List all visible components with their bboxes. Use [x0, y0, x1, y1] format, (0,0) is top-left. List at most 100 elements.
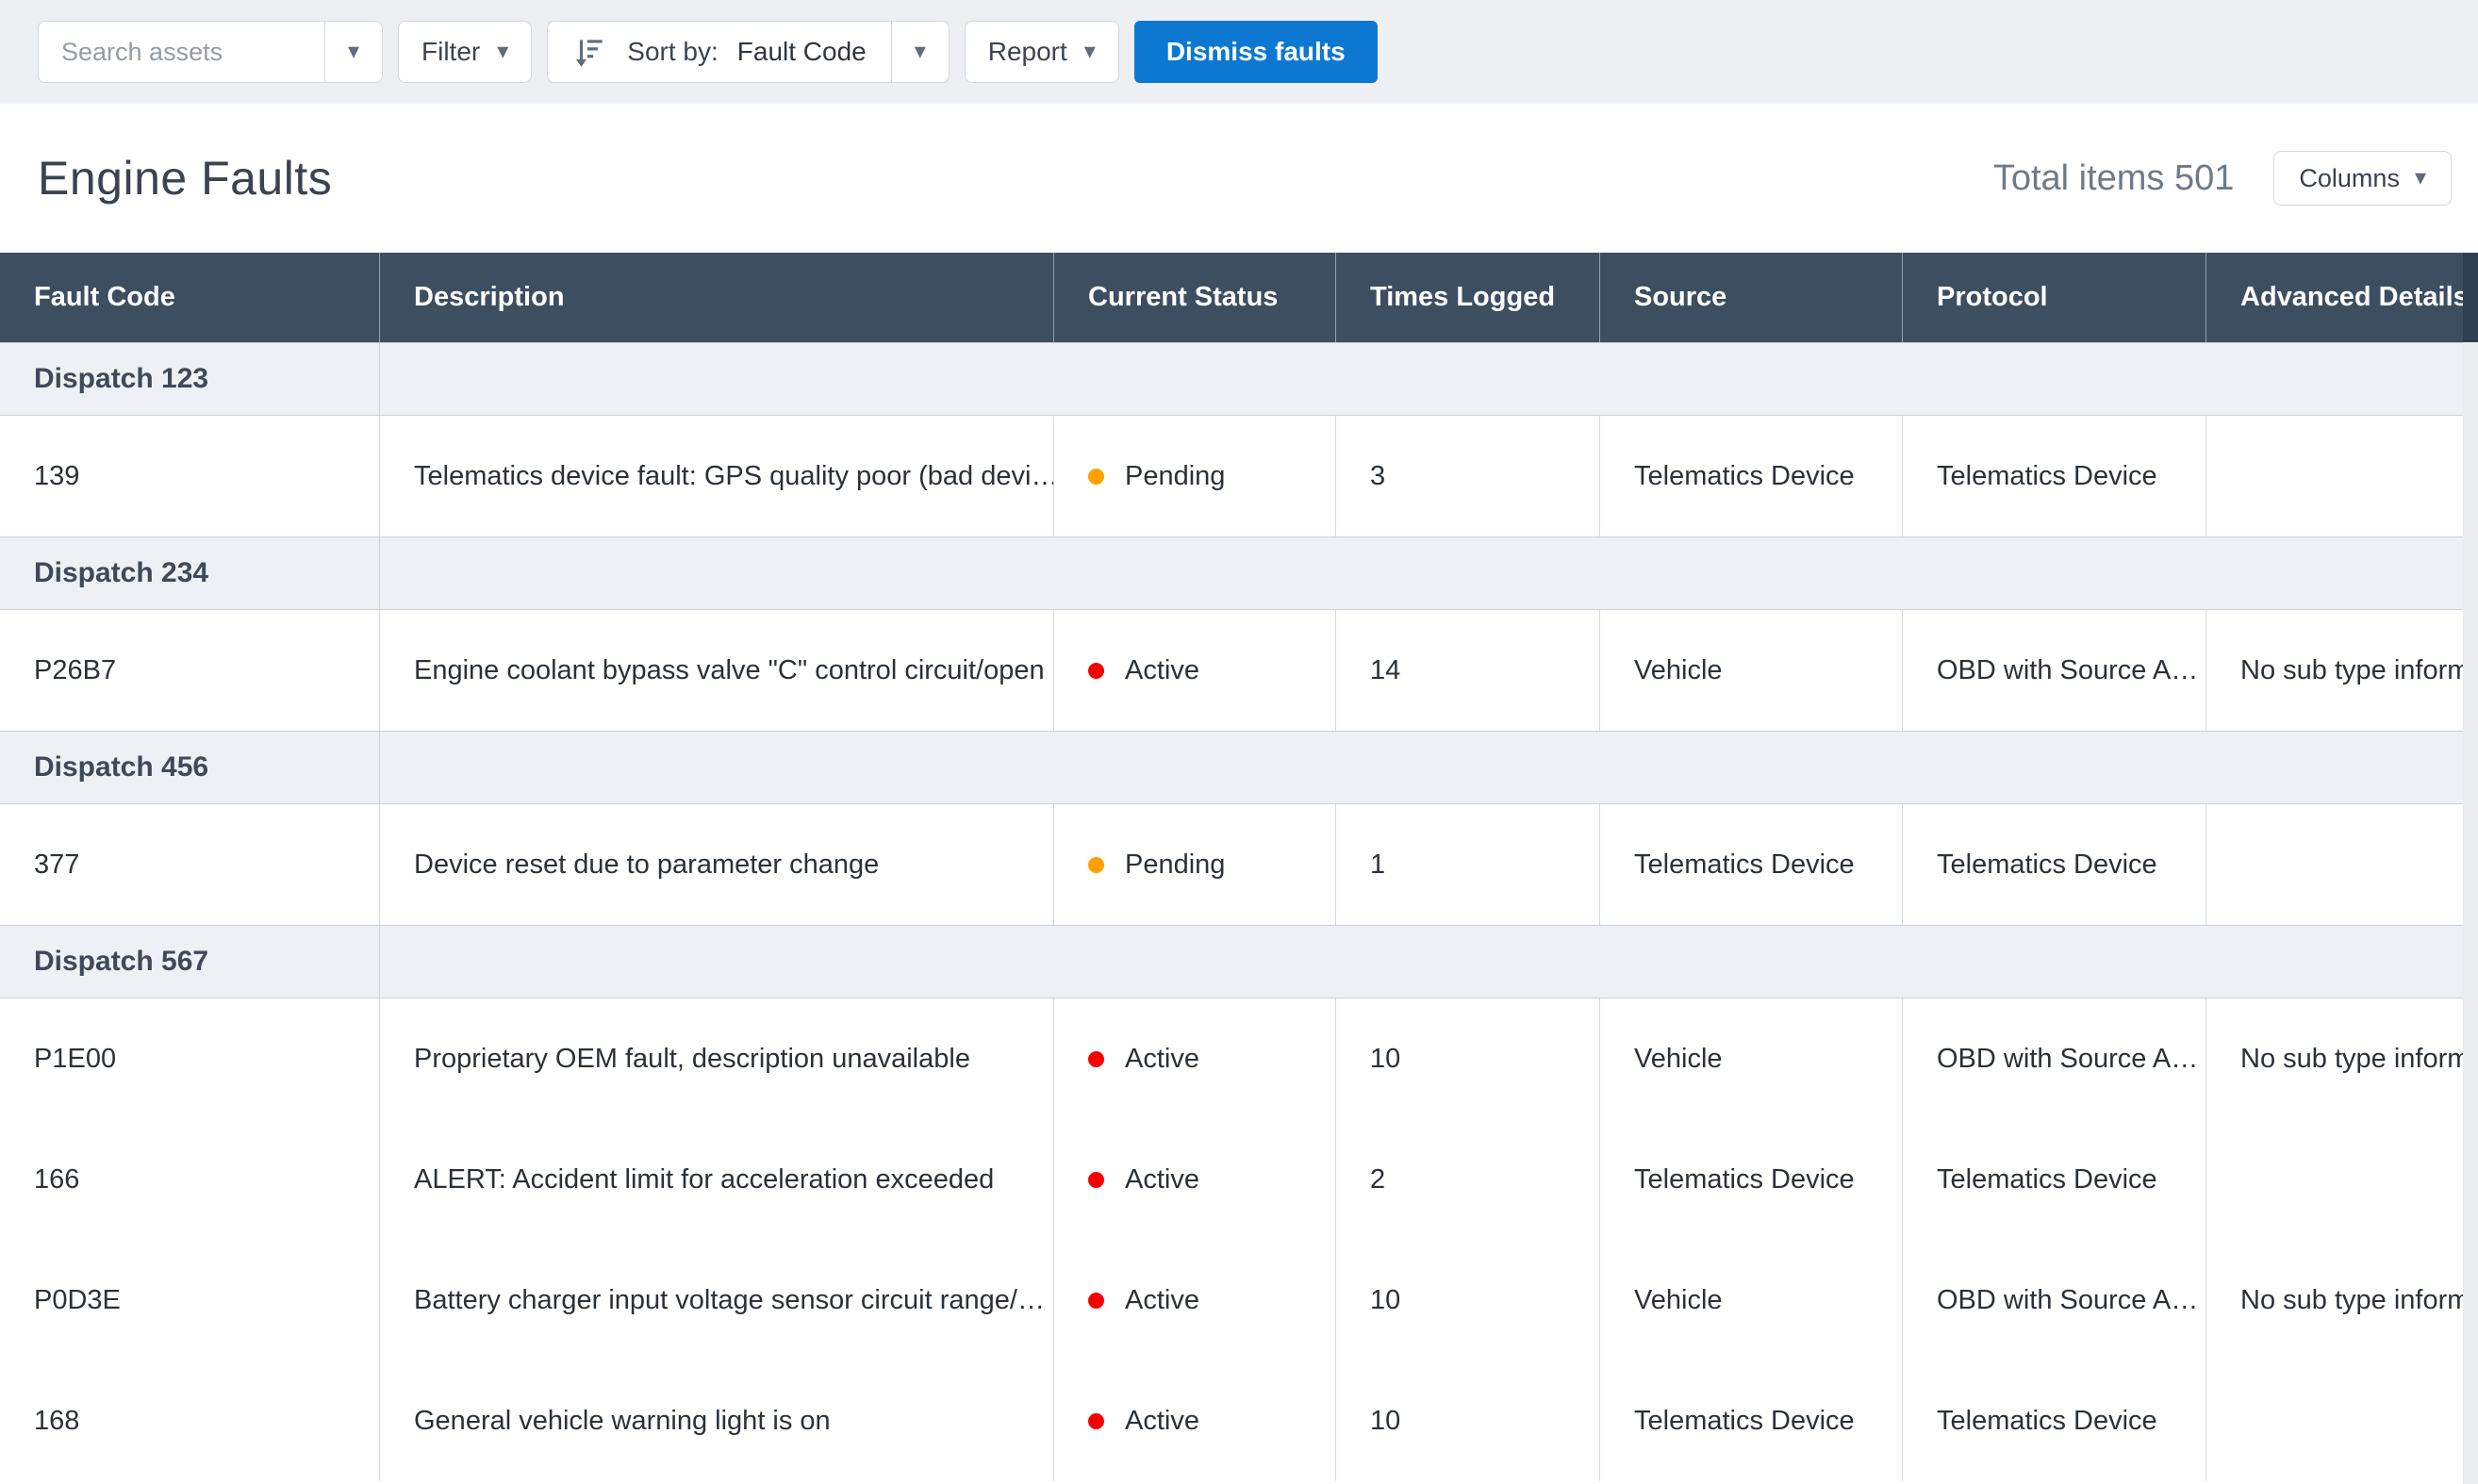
table-row[interactable]: 377 Device reset due to parameter change…: [0, 804, 2478, 925]
cell-current-status: Active: [1054, 1360, 1336, 1481]
group-header-row[interactable]: Dispatch 567: [0, 925, 2478, 998]
chevron-down-icon: ▾: [1084, 41, 1096, 63]
cell-fault-code: 139: [0, 416, 380, 536]
cell-protocol: OBD with Source A…: [1903, 1240, 2206, 1360]
cell-fault-code: 377: [0, 804, 380, 925]
table-row[interactable]: P26B7 Engine coolant bypass valve "C" co…: [0, 610, 2478, 731]
column-header-times-logged[interactable]: Times Logged: [1336, 253, 1600, 342]
cell-current-status: Active: [1054, 610, 1336, 731]
cell-fault-code: 166: [0, 1119, 380, 1240]
status-dot-icon: [1088, 1172, 1104, 1188]
search-dropdown-button[interactable]: ▾: [325, 41, 382, 63]
filter-button[interactable]: Filter ▾: [398, 21, 532, 83]
status-dot-icon: [1088, 469, 1104, 485]
cell-times-logged: 1: [1336, 804, 1600, 925]
status-label: Active: [1125, 1044, 1199, 1075]
total-items-value: 501: [2174, 158, 2234, 198]
cell-fault-code: P26B7: [0, 610, 380, 731]
cell-current-status: Active: [1054, 998, 1336, 1119]
columns-label: Columns: [2299, 164, 2400, 193]
cell-times-logged: 2: [1336, 1119, 1600, 1240]
status-dot-icon: [1088, 663, 1104, 679]
cell-fault-code: 168: [0, 1360, 380, 1481]
cell-advanced-details: No sub type information: [2206, 1240, 2478, 1360]
table-row[interactable]: 139 Telematics device fault: GPS quality…: [0, 416, 2478, 536]
group-label: Dispatch 456: [0, 732, 380, 803]
cell-current-status: Active: [1054, 1240, 1336, 1360]
cell-description: Battery charger input voltage sensor cir…: [380, 1240, 1054, 1360]
cell-fault-code: P0D3E: [0, 1240, 380, 1360]
cell-source: Telematics Device: [1600, 804, 1903, 925]
sort-main[interactable]: Sort by: Fault Code: [548, 34, 890, 70]
cell-times-logged: 14: [1336, 610, 1600, 731]
sort-dropdown-button[interactable]: ▾: [892, 41, 949, 63]
column-header-source[interactable]: Source: [1600, 253, 1903, 342]
table-row[interactable]: P0D3E Battery charger input voltage sens…: [0, 1240, 2478, 1360]
search-input[interactable]: [39, 23, 324, 81]
chevron-down-icon: ▾: [497, 41, 508, 63]
table-row[interactable]: 168 General vehicle warning light is on …: [0, 1360, 2478, 1481]
group-label: Dispatch 234: [0, 537, 380, 609]
faults-table: Fault Code Description Current Status Ti…: [0, 253, 2478, 1481]
cell-current-status: Pending: [1054, 804, 1336, 925]
group-header-row[interactable]: Dispatch 234: [0, 536, 2478, 610]
cell-description: Engine coolant bypass valve "C" control …: [380, 610, 1054, 731]
cell-description: Proprietary OEM fault, description unava…: [380, 998, 1054, 1119]
cell-source: Telematics Device: [1600, 416, 1903, 536]
status-dot-icon: [1088, 1293, 1104, 1309]
report-button[interactable]: Report ▾: [965, 21, 1119, 83]
group-label: Dispatch 123: [0, 343, 380, 415]
status-dot-icon: [1088, 857, 1104, 873]
status-label: Active: [1125, 1285, 1199, 1316]
chevron-down-icon: ▾: [348, 41, 359, 63]
column-header-advanced-details[interactable]: Advanced Details: [2206, 253, 2478, 342]
cell-source: Vehicle: [1600, 998, 1903, 1119]
cell-protocol: Telematics Device: [1903, 416, 2206, 536]
scrollbar-thumb[interactable]: [2463, 253, 2478, 342]
sort-button[interactable]: Sort by: Fault Code ▾: [547, 21, 949, 83]
group-header-row[interactable]: Dispatch 123: [0, 342, 2478, 416]
cell-times-logged: 10: [1336, 1240, 1600, 1360]
title-bar: Engine Faults Total items 501 Columns ▾: [0, 104, 2478, 253]
status-dot-icon: [1088, 1413, 1104, 1429]
cell-protocol: Telematics Device: [1903, 804, 2206, 925]
column-header-protocol[interactable]: Protocol: [1903, 253, 2206, 342]
vertical-scrollbar[interactable]: [2463, 253, 2478, 1484]
status-label: Active: [1125, 1164, 1199, 1195]
page-title: Engine Faults: [38, 151, 332, 206]
table-row[interactable]: P1E00 Proprietary OEM fault, description…: [0, 998, 2478, 1119]
total-items-label: Total items: [1993, 158, 2165, 198]
chevron-down-icon: ▾: [915, 41, 926, 63]
toolbar: ▾ Filter ▾ Sort by: Fault Code ▾ R: [0, 0, 2478, 104]
cell-times-logged: 10: [1336, 998, 1600, 1119]
cell-times-logged: 10: [1336, 1360, 1600, 1481]
cell-protocol: OBD with Source A…: [1903, 610, 2206, 731]
cell-advanced-details: [2206, 804, 2478, 925]
cell-current-status: Active: [1054, 1119, 1336, 1240]
cell-source: Vehicle: [1600, 1240, 1903, 1360]
cell-advanced-details: No sub type information: [2206, 998, 2478, 1119]
cell-source: Telematics Device: [1600, 1119, 1903, 1240]
status-dot-icon: [1088, 1051, 1104, 1067]
status-label: Active: [1125, 655, 1199, 686]
group-header-row[interactable]: Dispatch 456: [0, 731, 2478, 804]
column-header-fault-code[interactable]: Fault Code: [0, 253, 380, 342]
columns-button[interactable]: Columns ▾: [2273, 151, 2452, 206]
dismiss-faults-button[interactable]: Dismiss faults: [1134, 21, 1378, 83]
filter-label: Filter: [421, 37, 480, 67]
sort-descending-icon: [572, 34, 608, 70]
cell-source: Telematics Device: [1600, 1360, 1903, 1481]
cell-times-logged: 3: [1336, 416, 1600, 536]
cell-advanced-details: [2206, 416, 2478, 536]
cell-protocol: OBD with Source A…: [1903, 998, 2206, 1119]
cell-advanced-details: [2206, 1119, 2478, 1240]
cell-fault-code: P1E00: [0, 998, 380, 1119]
cell-description: Telematics device fault: GPS quality poo…: [380, 416, 1054, 536]
column-header-current-status[interactable]: Current Status: [1054, 253, 1336, 342]
report-label: Report: [988, 37, 1067, 67]
total-items: Total items 501: [1993, 158, 2235, 199]
cell-description: General vehicle warning light is on: [380, 1360, 1054, 1481]
cell-advanced-details: [2206, 1360, 2478, 1481]
column-header-description[interactable]: Description: [380, 253, 1054, 342]
table-row[interactable]: 166 ALERT: Accident limit for accelerati…: [0, 1119, 2478, 1240]
